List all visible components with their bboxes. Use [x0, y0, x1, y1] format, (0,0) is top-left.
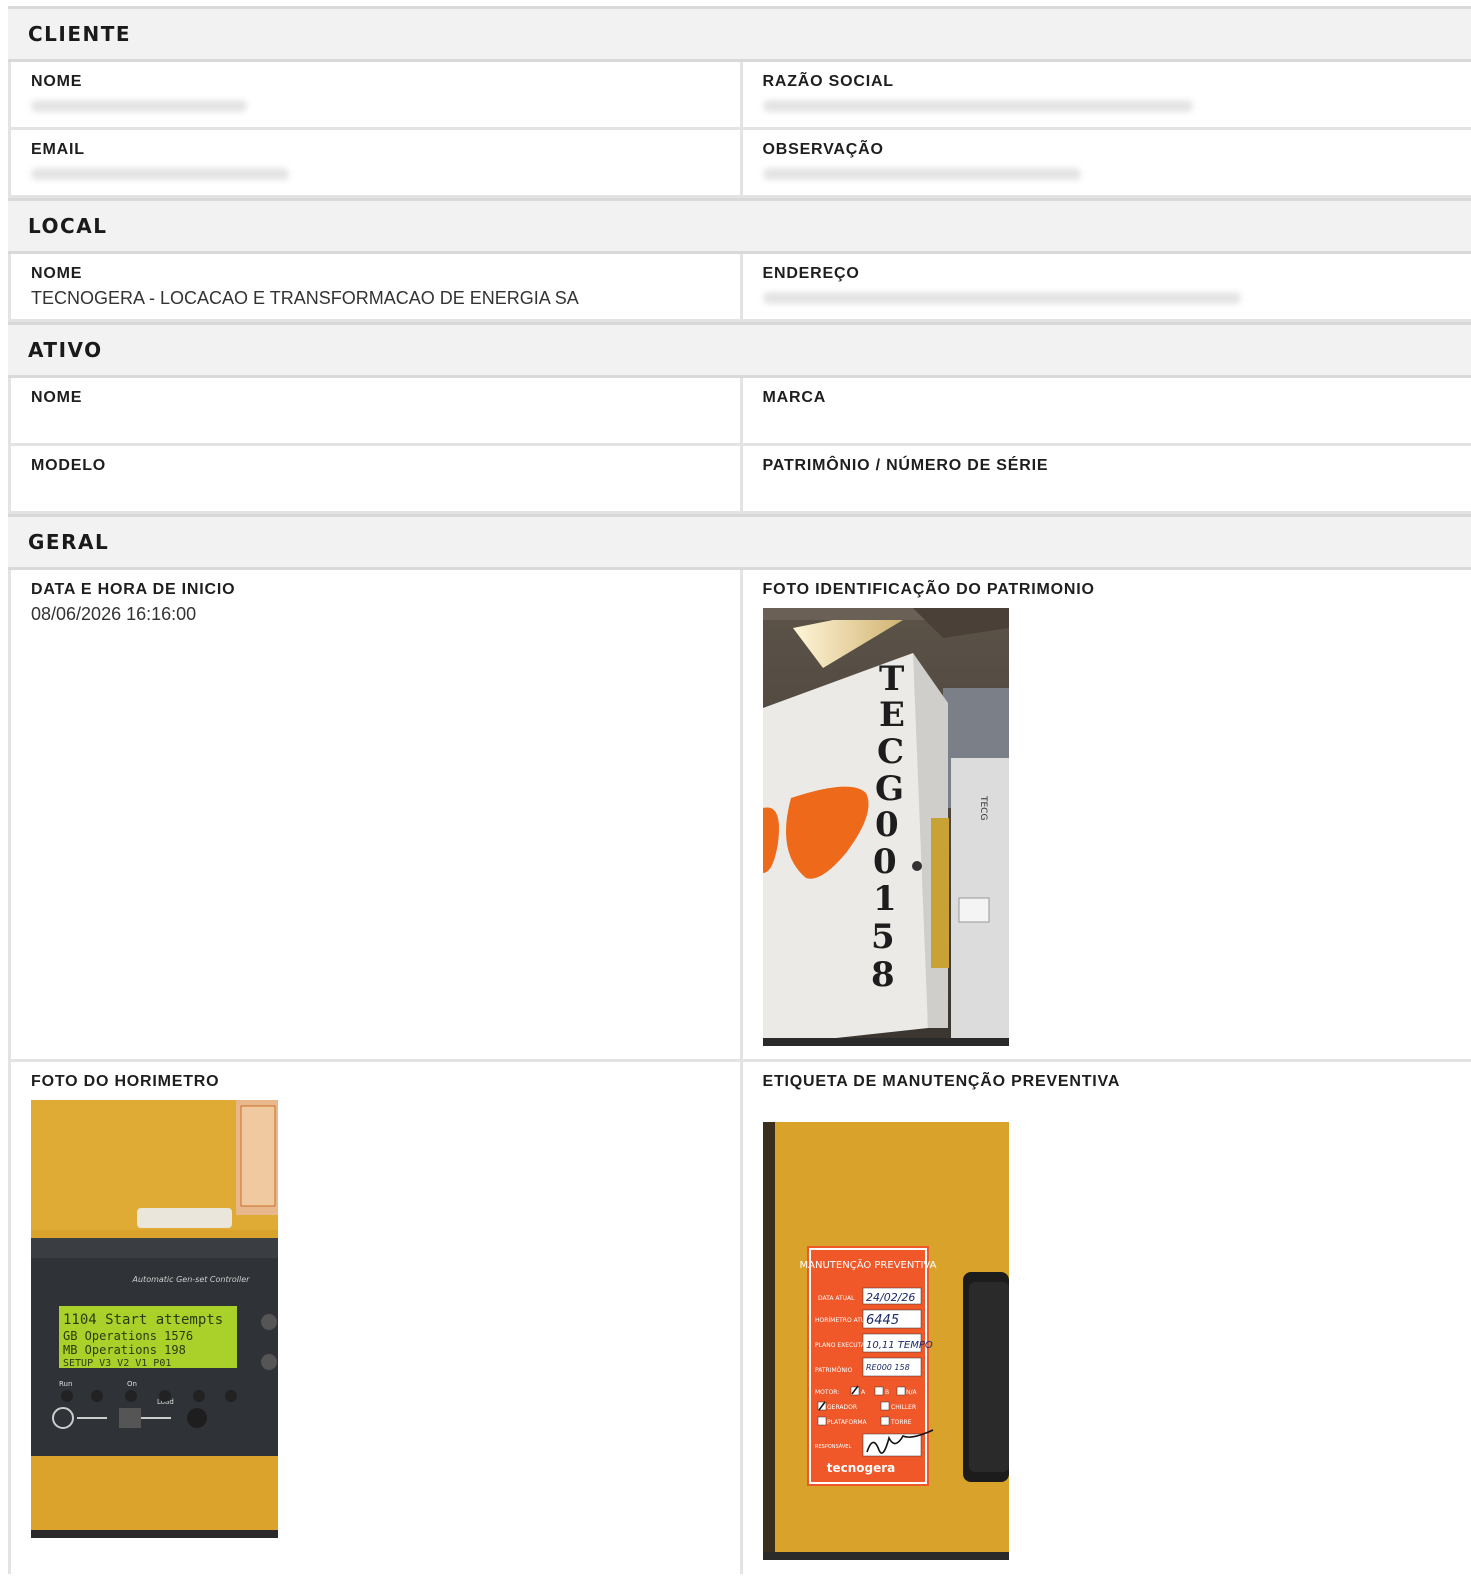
lcd-line-2: GB Operations 1576 [63, 1329, 193, 1343]
redacted-value [762, 168, 1081, 180]
field-etiqueta: ETIQUETA DE MANUTENÇÃO PREVENTIVA MANUTE… [739, 1062, 1471, 1574]
handwritten-plano: 10,11 TEMPO [866, 1340, 933, 1351]
field-label: FOTO IDENTIFICAÇÃO DO PATRIMONIO [762, 581, 1095, 598]
row-ativo-1: NOME MARCA [8, 378, 1471, 446]
section-title-ativo: ATIVO [8, 322, 1471, 378]
label-opt-torre: TORRE [890, 1419, 912, 1426]
label-opt-plataforma: PLATAFORMA [827, 1419, 868, 1426]
field-cliente-nome: NOME [8, 62, 740, 127]
label-responsavel: RESPONSÁVEL [815, 1443, 851, 1450]
label-brand: tecnogera [826, 1461, 895, 1475]
field-label: NOME [31, 73, 83, 90]
stencil-char: T [879, 659, 904, 699]
section-title-local: LOCAL [8, 198, 1471, 254]
field-label: OBSERVAÇÃO [762, 141, 884, 158]
field-label: MARCA [762, 389, 827, 406]
label-patrimonio: PATRIMÔNIO [815, 1367, 853, 1374]
stencil-char: 5 [871, 917, 895, 957]
section-title-geral: GERAL [8, 514, 1471, 570]
field-data-inicio: DATA E HORA DE INICIO 08/06/2026 16:16:0… [8, 570, 740, 1059]
redacted-value [31, 100, 247, 112]
stencil-char: 1 [873, 879, 897, 919]
photo-horimetro[interactable]: Automatic Gen-set Controller 1104 Start … [31, 1100, 278, 1538]
field-foto-patrimonio: FOTO IDENTIFICAÇÃO DO PATRIMONIO T E C G… [739, 570, 1471, 1059]
stencil-char: 0 [873, 842, 897, 882]
photo-patrimonio[interactable]: T E C G 0 0 1 5 8 TECG [762, 608, 1009, 1046]
field-label: FOTO DO HORIMETRO [31, 1073, 220, 1090]
stencil-char: 0 [875, 805, 899, 845]
field-value: TECNOGERA - LOCACAO E TRANSFORMACAO DE E… [31, 288, 579, 308]
field-label: ENDEREÇO [762, 265, 860, 282]
panel-title: Automatic Gen-set Controller [132, 1275, 251, 1284]
report: CLIENTE NOME RAZÃO SOCIAL EMAIL OBSERVAÇ… [8, 6, 1471, 1574]
row-ativo-2: MODELO PATRIMÔNIO / NÚMERO DE SÉRIE [8, 446, 1471, 514]
stencil-char: C [877, 732, 904, 772]
stencil-char: G [875, 769, 904, 809]
label-opt-na: N/A [906, 1389, 918, 1396]
redacted-value [762, 292, 1241, 304]
row-cliente-email: EMAIL OBSERVAÇÃO [8, 130, 1471, 198]
photo-etiqueta[interactable]: MANUTENÇÃO PREVENTIVA DATA ATUAL HORÍMET… [762, 1122, 1009, 1560]
field-label: RAZÃO SOCIAL [762, 73, 894, 90]
field-email: EMAIL [8, 130, 740, 195]
row-cliente-nome: NOME RAZÃO SOCIAL [8, 62, 1471, 130]
field-observacao: OBSERVAÇÃO [739, 130, 1471, 195]
generator-photo-illustration: T E C G 0 0 1 5 8 TECG [762, 608, 1009, 1046]
lcd-line-1: 1104 Start attempts [63, 1312, 223, 1328]
field-label: NOME [31, 389, 83, 406]
row-geral-1: DATA E HORA DE INICIO 08/06/2026 16:16:0… [8, 570, 1471, 1062]
field-label: DATA E HORA DE INICIO [31, 581, 236, 598]
row-geral-2: FOTO DO HORIMETRO Automatic Gen-set Cont… [8, 1062, 1471, 1574]
label-title: MANUTENÇÃO PREVENTIVA [799, 1258, 936, 1271]
field-modelo: MODELO [8, 446, 740, 511]
section-title-cliente: CLIENTE [8, 6, 1471, 62]
label-opt-gerador: GERADOR [827, 1404, 857, 1411]
field-patrimonio: PATRIMÔNIO / NÚMERO DE SÉRIE [739, 446, 1471, 511]
field-endereco: ENDEREÇO [739, 254, 1471, 319]
handwritten-horimetro: 6445 [866, 1313, 899, 1328]
redacted-value [762, 100, 1193, 112]
photo-timestamp-bar [762, 1552, 1009, 1560]
handwritten-patrimonio: RE000 158 [866, 1363, 910, 1372]
maintenance-label-photo-illustration: MANUTENÇÃO PREVENTIVA DATA ATUAL HORÍMET… [762, 1122, 1009, 1560]
redacted-value [31, 168, 289, 180]
label-opt-chiller: CHILLER [891, 1404, 916, 1411]
row-local: NOME TECNOGERA - LOCACAO E TRANSFORMACAO… [8, 254, 1471, 322]
field-foto-horimetro: FOTO DO HORIMETRO Automatic Gen-set Cont… [8, 1062, 740, 1574]
field-marca: MARCA [739, 378, 1471, 443]
lcd-line-3: MB Operations 198 [63, 1343, 186, 1357]
field-label: EMAIL [31, 141, 85, 158]
photo-timestamp-bar [31, 1530, 278, 1538]
field-label: PATRIMÔNIO / NÚMERO DE SÉRIE [762, 457, 1049, 474]
field-razao-social: RAZÃO SOCIAL [739, 62, 1471, 127]
stencil-char: 8 [871, 955, 895, 995]
field-local-nome: NOME TECNOGERA - LOCACAO E TRANSFORMACAO… [8, 254, 740, 319]
label-data-atual: DATA ATUAL [818, 1295, 855, 1302]
field-label: ETIQUETA DE MANUTENÇÃO PREVENTIVA [762, 1073, 1121, 1090]
label-motor: MOTOR: [815, 1389, 839, 1396]
controller-photo-illustration: Automatic Gen-set Controller 1104 Start … [31, 1100, 278, 1538]
photo-timestamp-bar [762, 1038, 1009, 1046]
field-value: 08/06/2026 16:16:00 [31, 604, 197, 624]
field-label: NOME [31, 265, 83, 282]
side-stencil: TECG [978, 795, 988, 820]
handwritten-date: 24/02/26 [866, 1291, 915, 1304]
lcd-line-4: SETUP V3 V2 V1 P01 [63, 1358, 171, 1369]
label-opt-b: B [885, 1389, 889, 1396]
btn-on-label: On [127, 1380, 137, 1388]
btn-run-label: Run [59, 1380, 72, 1388]
field-ativo-nome: NOME [8, 378, 740, 443]
field-label: MODELO [31, 457, 107, 474]
stencil-char: E [879, 695, 905, 735]
